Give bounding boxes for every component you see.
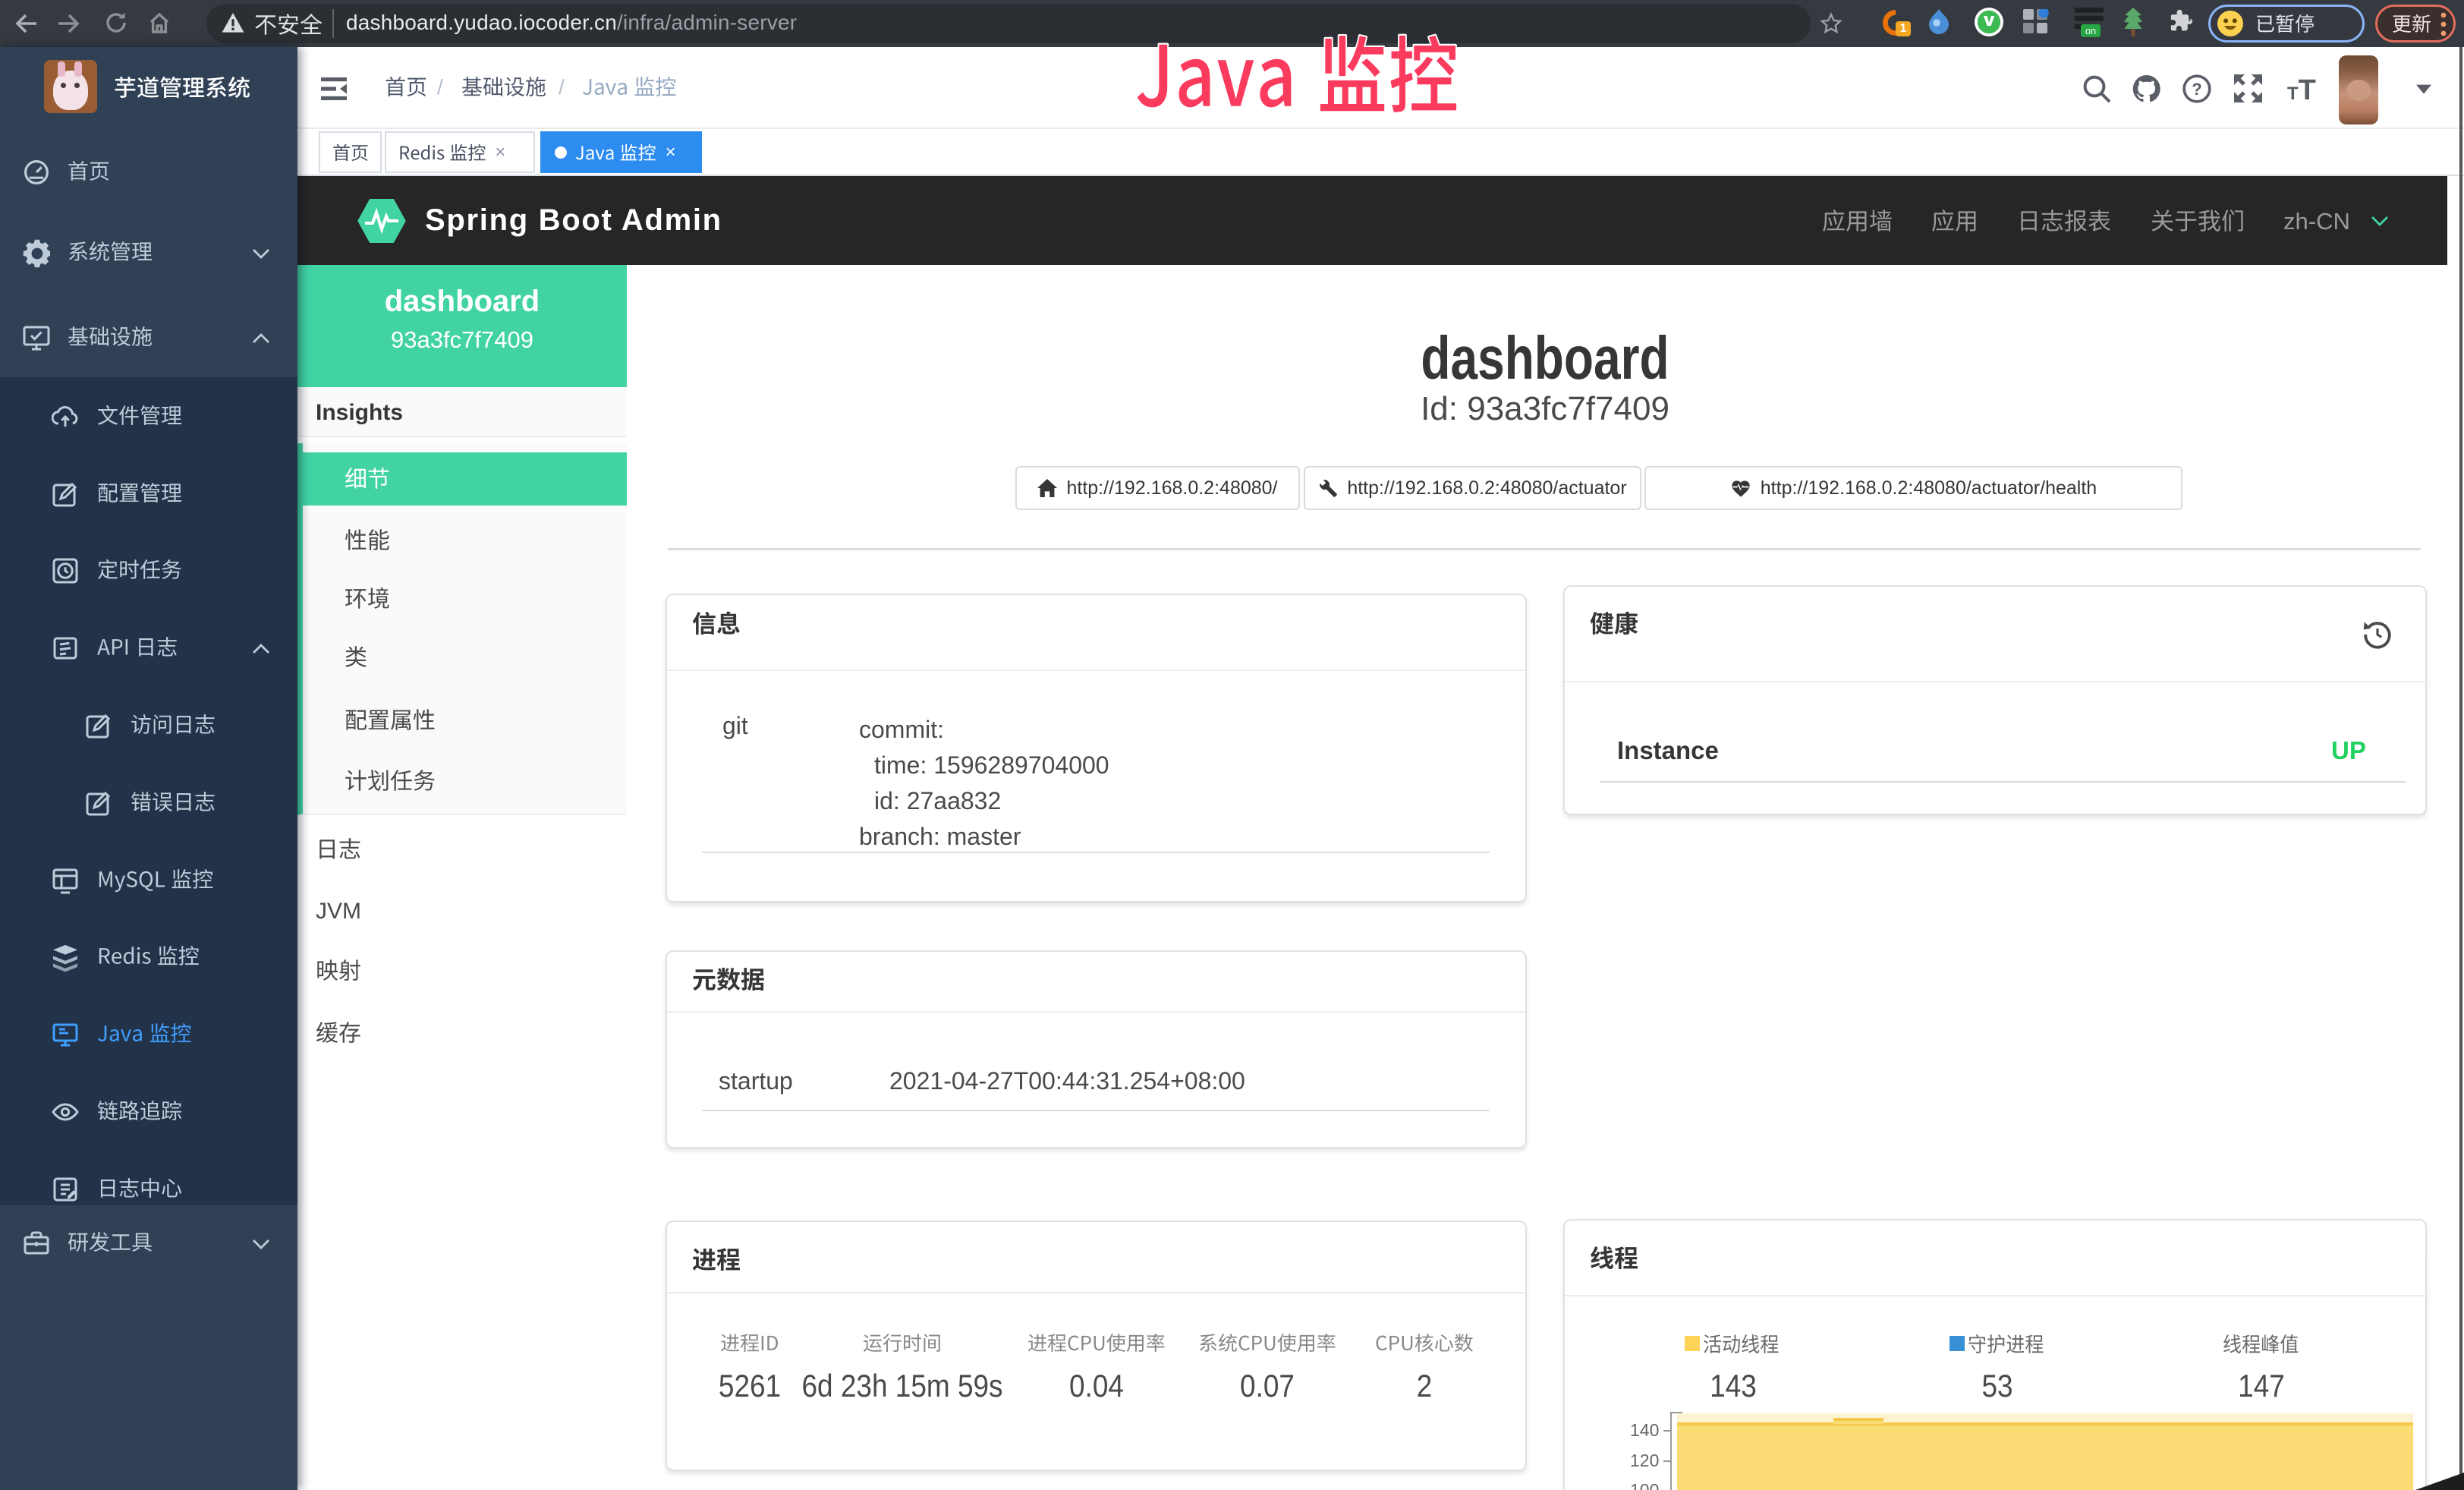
svg-text:?: ? (2192, 80, 2201, 99)
svg-text:on: on (2085, 25, 2096, 36)
